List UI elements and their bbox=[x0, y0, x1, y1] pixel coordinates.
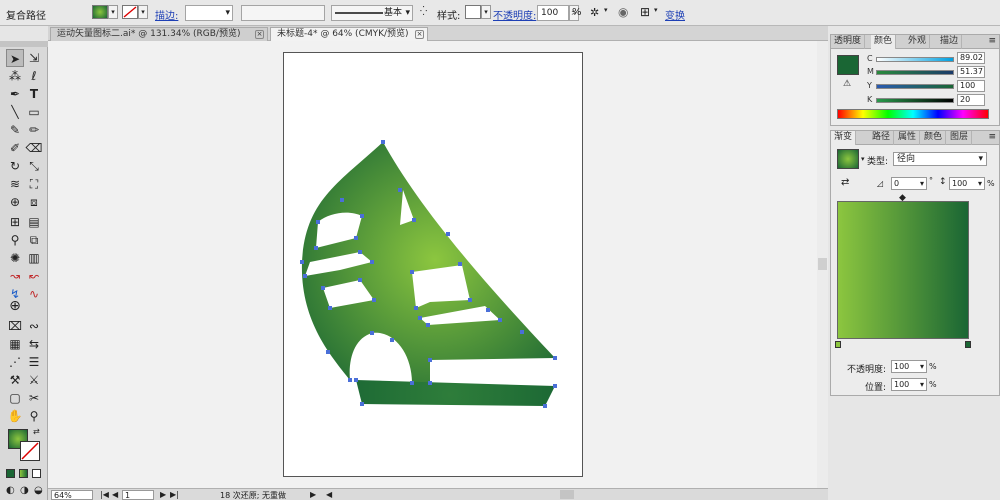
tab-paths[interactable]: 路径 bbox=[869, 131, 895, 145]
gradient-preset-dropdown[interactable]: ▾ bbox=[861, 155, 865, 163]
stop-position-value: 100 bbox=[894, 380, 910, 389]
aspect-ratio-field[interactable]: 100 ▾ bbox=[949, 177, 985, 190]
angle-value: 0 bbox=[894, 179, 900, 188]
out-of-gamut-icon[interactable]: ⚠ bbox=[843, 79, 851, 89]
stop-opacity-percent: % bbox=[929, 362, 937, 371]
channel-y-slider[interactable] bbox=[876, 84, 954, 89]
stop-opacity-value: 100 bbox=[894, 362, 910, 371]
tab-transparency[interactable]: 透明度 bbox=[831, 35, 866, 49]
channel-c-slider[interactable] bbox=[876, 57, 954, 62]
stop-position-field[interactable]: 100 ▾ bbox=[891, 378, 927, 391]
aspect-percent: % bbox=[987, 179, 995, 188]
channel-k-value[interactable]: 20 bbox=[957, 94, 985, 106]
angle-icon: ◿ bbox=[877, 179, 884, 188]
scroll-left-icon[interactable]: ◀ bbox=[326, 490, 332, 499]
angle-field[interactable]: 0 ▾ bbox=[891, 177, 927, 190]
stop-position-label: 位置: bbox=[865, 383, 887, 393]
status-menu-icon[interactable]: ▶ bbox=[310, 490, 316, 499]
channel-m-label: M bbox=[867, 67, 874, 76]
channel-y-label: Y bbox=[867, 81, 872, 90]
channel-c-label: C bbox=[867, 54, 873, 63]
last-page-icon[interactable]: ▶| bbox=[170, 490, 179, 499]
gradient-type-value: 径向 bbox=[897, 154, 916, 164]
gradient-panel-tabs: 渐变 路径 属性 颜色 图层 ≡ bbox=[831, 131, 999, 145]
first-page-icon[interactable]: |◀ bbox=[100, 490, 109, 499]
channel-m-slider[interactable] bbox=[876, 70, 954, 75]
status-bar: 64% |◀ ◀ 1 ▶ ▶| 18 次还原; 无重做 ▶ ◀ bbox=[48, 488, 828, 500]
zoom-field[interactable]: 64% bbox=[51, 490, 93, 500]
current-color-swatch[interactable] bbox=[837, 55, 859, 75]
aspect-ratio-value: 100 bbox=[952, 179, 968, 188]
prev-page-icon[interactable]: ◀ bbox=[112, 490, 118, 499]
tab-gradient[interactable]: 渐变 bbox=[831, 131, 857, 145]
channel-k-slider[interactable] bbox=[876, 98, 954, 103]
panel-menu-icon[interactable]: ≡ bbox=[988, 36, 996, 46]
stop-position-percent: % bbox=[929, 380, 937, 389]
panel-dock-empty bbox=[830, 396, 1000, 500]
gradient-type-select[interactable]: 径向 ▾ bbox=[893, 152, 987, 166]
channel-m-value[interactable]: 51.37 bbox=[957, 66, 985, 78]
channel-y-value[interactable]: 100 bbox=[957, 80, 985, 92]
tab-color[interactable]: 颜色 bbox=[871, 35, 897, 49]
sail-main-shape bbox=[301, 142, 555, 383]
aspect-ratio-icon: ↕ bbox=[939, 177, 947, 187]
tab-attributes[interactable]: 属性 bbox=[895, 131, 921, 145]
tab-appearance[interactable]: 外观 bbox=[905, 35, 931, 49]
color-panel: 透明度 颜色 外观 描边 ≡ ⚠ C M Y K 89.02 51.37 100… bbox=[830, 34, 1000, 126]
panel-menu-icon[interactable]: ≡ bbox=[988, 132, 996, 142]
next-page-icon[interactable]: ▶ bbox=[160, 490, 166, 499]
angle-degree-icon: ° bbox=[929, 176, 933, 185]
stop-opacity-field[interactable]: 100 ▾ bbox=[891, 360, 927, 373]
gradient-stop-end[interactable] bbox=[965, 341, 971, 348]
gradient-type-label: 类型: bbox=[867, 157, 889, 167]
page-field[interactable]: 1 bbox=[122, 490, 154, 500]
boat-hull-shape bbox=[356, 380, 555, 406]
reverse-gradient-icon[interactable]: ⇄ bbox=[841, 177, 849, 188]
channel-k-label: K bbox=[867, 95, 873, 104]
tab-stroke[interactable]: 描边 bbox=[937, 35, 963, 49]
gradient-preview-swatch[interactable] bbox=[837, 149, 859, 169]
tab-layers[interactable]: 图层 bbox=[947, 131, 973, 145]
stop-opacity-label: 不透明度: bbox=[847, 365, 887, 375]
color-panel-tabs: 透明度 颜色 外观 描边 ≡ bbox=[831, 35, 999, 49]
gradient-panel: 渐变 路径 属性 颜色 图层 ≡ ▾ 类型: 径向 ▾ ⇄ ◿ 0 ▾ ° ↕ … bbox=[830, 130, 1000, 396]
gradient-preview-area[interactable] bbox=[837, 201, 969, 339]
tab-color-2[interactable]: 颜色 bbox=[921, 131, 947, 145]
horizontal-scroll-thumb[interactable] bbox=[560, 490, 574, 499]
channel-c-value[interactable]: 89.02 bbox=[957, 52, 985, 64]
gradient-stop-start[interactable] bbox=[835, 341, 841, 348]
status-text: 18 次还原; 无重做 bbox=[220, 491, 286, 500]
color-spectrum-bar[interactable] bbox=[837, 109, 989, 119]
